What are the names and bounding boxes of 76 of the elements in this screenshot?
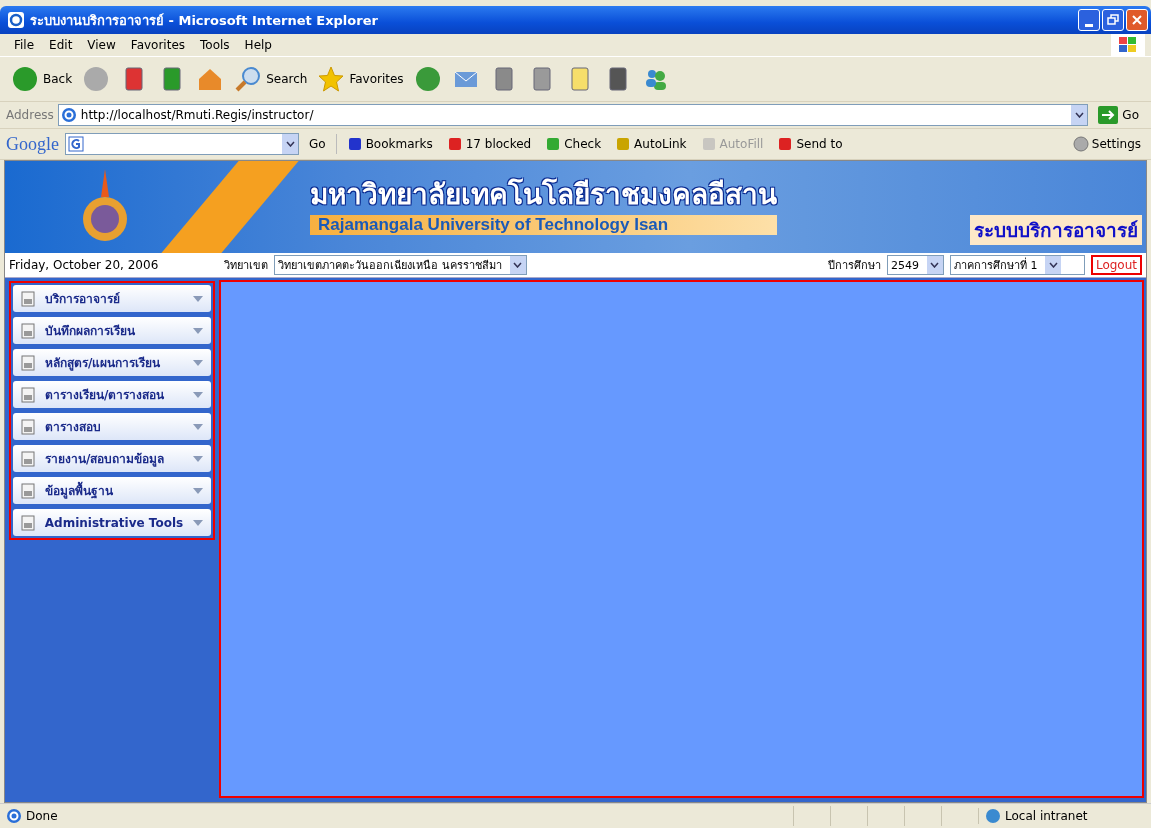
logout-link[interactable]: Logout (1090, 255, 1142, 275)
toolbar-button[interactable]: Check (541, 136, 606, 152)
toolbar-icon (346, 136, 363, 152)
go-button[interactable]: Go (1092, 105, 1145, 125)
sidebar-menu-item[interactable]: บริการอาจารย์ (13, 285, 211, 312)
toolbar-icon (545, 136, 562, 152)
year-label: ปีการศึกษา (827, 258, 881, 274)
document-icon (21, 354, 35, 371)
caret-icon (193, 327, 203, 334)
semester-dropdown[interactable]: ภาคการศึกษาที่ 1 (949, 255, 1085, 275)
sidebar-menu-item[interactable]: ข้อมูลพื้นฐาน (13, 477, 211, 504)
menu-item[interactable]: Edit (43, 38, 82, 52)
document-icon (21, 322, 35, 339)
document-icon (21, 482, 35, 499)
campus-label: วิทยาเขต (224, 258, 269, 274)
menu-item[interactable]: Tools (194, 38, 239, 52)
menu-item[interactable]: Help (238, 38, 281, 52)
document-icon (21, 290, 35, 307)
university-name-thai: มหาวิทยาลัยเทคโนโลยีราชมงคลอีสาน (310, 178, 777, 212)
document-icon (21, 418, 35, 435)
zone-indicator: Local intranet (978, 808, 1145, 824)
year-dropdown[interactable]: 2549 (886, 255, 944, 275)
toolbar-button[interactable]: AutoLink (611, 136, 691, 152)
address-field[interactable]: http://localhost/Rmuti.Regis/instructor/ (57, 104, 1089, 126)
system-title: ระบบบริการอาจารย์ (970, 215, 1142, 245)
sidebar-menu-item[interactable]: ตารางสอบ (13, 413, 211, 440)
address-label: Address (6, 108, 54, 122)
caret-icon (193, 359, 203, 366)
close-button[interactable] (1126, 9, 1148, 31)
sidebar-menu-item[interactable]: หลักสูตร/แผนการเรียน (13, 349, 211, 376)
caret-icon (193, 455, 203, 462)
minimize-button[interactable] (1078, 9, 1100, 31)
google-search-field[interactable] (65, 133, 299, 155)
toolbar-button[interactable]: Send to (773, 136, 847, 152)
toolbar-icon (446, 136, 463, 152)
restore-icon (1107, 14, 1119, 26)
toolbar-button[interactable]: Bookmarks (342, 136, 437, 152)
sidebar-menu-item[interactable]: รายงาน/สอบถามข้อมูล (13, 445, 211, 472)
toolbar-button[interactable]: Back (8, 63, 76, 95)
window-title: ระบบงานบริการอาจารย์ - Microsoft Internet Explorer (30, 11, 378, 30)
favorites-icon (317, 65, 346, 93)
close-icon (1131, 14, 1143, 26)
sidebar-menu-item[interactable]: บันทึกผลการเรียน (13, 317, 211, 344)
toolbar-button[interactable]: 17 blocked (442, 136, 536, 152)
toolbar-icon (615, 136, 632, 152)
restore-button[interactable] (1102, 9, 1124, 31)
menu-item[interactable]: Favorites (124, 38, 195, 52)
browser-icon (8, 12, 24, 28)
toolbar-icon (777, 136, 794, 152)
sidebar-menu-item[interactable]: Administrative Tools (13, 509, 211, 536)
search-icon (234, 65, 263, 93)
caret-icon (193, 391, 203, 398)
caret-icon (193, 519, 203, 526)
toolbar-button[interactable]: Search (231, 63, 311, 95)
sidebar-menu-item[interactable]: ตารางเรียน/ตารางสอน (13, 381, 211, 408)
document-icon (21, 514, 35, 531)
campus-dropdown[interactable]: วิทยาเขตภาคตะวันออกเฉียงเหนือ นครราชสีมา (274, 255, 527, 275)
menu-item[interactable]: File (8, 38, 44, 52)
minimize-icon (1085, 23, 1093, 27)
menu-item[interactable]: View (81, 38, 125, 52)
document-icon (21, 450, 35, 467)
date-text: Friday, October 20, 2006 (9, 258, 159, 272)
page-icon (6, 808, 22, 824)
caret-icon (193, 423, 203, 430)
search-engine-icon (68, 136, 84, 152)
caret-icon (193, 487, 203, 494)
toolbar-icon (700, 136, 717, 152)
document-icon (21, 386, 35, 403)
go-button[interactable]: Go (305, 137, 330, 151)
toolbar-button[interactable]: Favorites (314, 63, 407, 95)
page-icon (60, 107, 77, 123)
university-name-english: Rajamangala University of Technology Isan (310, 215, 777, 236)
settings-button[interactable]: Settings (1068, 136, 1145, 152)
caret-icon (193, 295, 203, 302)
google-logo: Google (6, 133, 59, 155)
status-text: Done (26, 809, 58, 823)
